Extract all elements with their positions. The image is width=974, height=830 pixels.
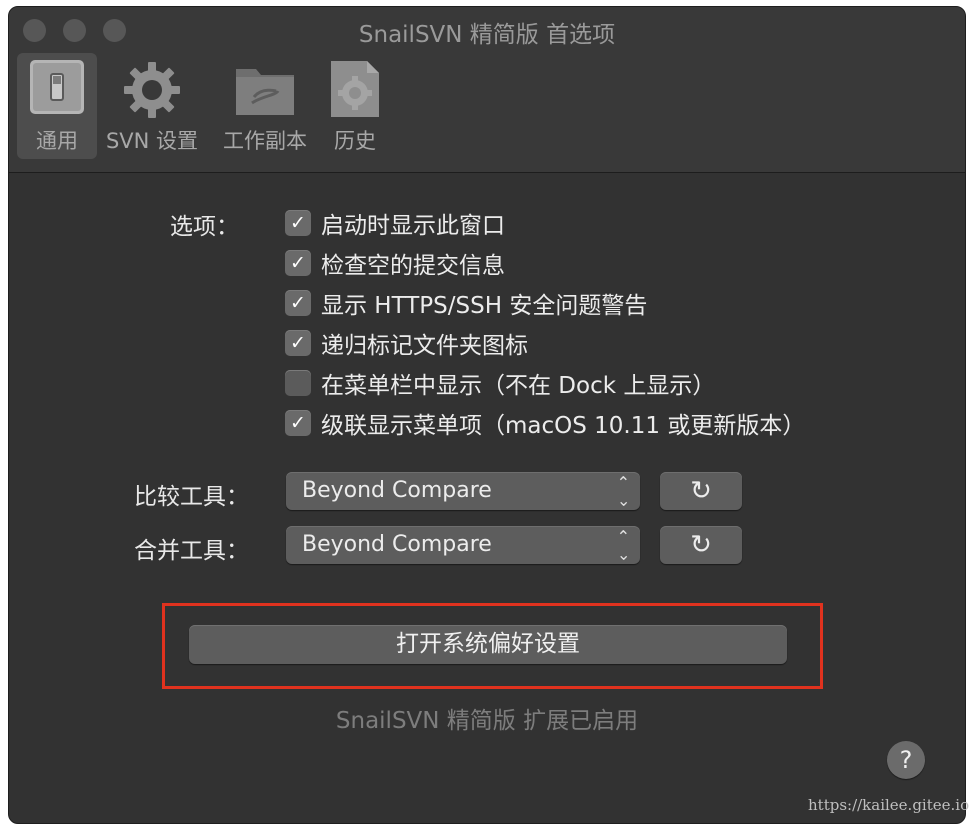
tab-svn-settings-label: SVN 设置 bbox=[105, 129, 199, 153]
gear-icon bbox=[121, 59, 183, 126]
toolbar-tab-history[interactable]: 历史 bbox=[325, 53, 385, 159]
option-label: 检查空的提交信息 bbox=[321, 253, 505, 279]
toolbar-tab-working-copy[interactable]: 工作副本 bbox=[215, 53, 315, 159]
toolbar-tab-svn-settings[interactable]: SVN 设置 bbox=[101, 53, 203, 159]
option-label: 启动时显示此窗口 bbox=[321, 213, 505, 239]
merge-tool-select[interactable]: Beyond Compare ⌃ ⌃ bbox=[286, 526, 640, 564]
option-show-window-on-launch[interactable]: ✓ 启动时显示此窗口 bbox=[285, 208, 505, 239]
diff-tool-value: Beyond Compare bbox=[302, 478, 492, 503]
tab-general-label: 通用 bbox=[36, 129, 78, 153]
extension-status-text: SnailSVN 精简版 扩展已启用 bbox=[335, 708, 639, 734]
option-show-security-warnings[interactable]: ✓ 显示 HTTPS/SSH 安全问题警告 bbox=[285, 288, 648, 319]
title-bar: SnailSVN 精简版 首选项 通用 SVN 设置 工作副本 历史 bbox=[9, 7, 965, 173]
option-check-empty-commit-message[interactable]: ✓ 检查空的提交信息 bbox=[285, 248, 505, 279]
checkbox-checked-icon[interactable]: ✓ bbox=[285, 330, 311, 356]
merge-tool-refresh-button[interactable]: ↻ bbox=[660, 526, 742, 564]
open-system-preferences-button[interactable]: 打开系统偏好设置 bbox=[189, 625, 787, 664]
checkbox-unchecked-icon[interactable] bbox=[285, 370, 311, 396]
option-label: 级联显示菜单项（macOS 10.11 或更新版本） bbox=[321, 413, 806, 439]
diff-tool-refresh-button[interactable]: ↻ bbox=[660, 472, 742, 510]
options-label: 选项： bbox=[170, 214, 239, 240]
checkbox-checked-icon[interactable]: ✓ bbox=[285, 410, 311, 436]
tab-history-label: 历史 bbox=[334, 129, 376, 153]
refresh-icon: ↻ bbox=[690, 530, 712, 560]
checkbox-checked-icon[interactable]: ✓ bbox=[285, 290, 311, 316]
option-cascade-menu-items[interactable]: ✓ 级联显示菜单项（macOS 10.11 或更新版本） bbox=[285, 408, 806, 439]
diff-tool-label: 比较工具： bbox=[134, 484, 249, 510]
chevron-up-down-icon: ⌃ ⌃ bbox=[616, 527, 630, 564]
history-gear-icon bbox=[329, 59, 381, 124]
option-label: 递归标记文件夹图标 bbox=[321, 333, 528, 359]
diff-tool-select[interactable]: Beyond Compare ⌃ ⌃ bbox=[286, 472, 640, 510]
help-button[interactable]: ? bbox=[887, 741, 925, 779]
chevron-up-down-icon: ⌃ ⌃ bbox=[616, 473, 630, 510]
option-show-in-menu-bar[interactable]: 在菜单栏中显示（不在 Dock 上显示） bbox=[285, 368, 716, 399]
tab-working-copy-label: 工作副本 bbox=[223, 129, 307, 153]
preferences-window: SnailSVN 精简版 首选项 通用 SVN 设置 工作副本 历史 选项： ✓… bbox=[8, 6, 966, 824]
merge-tool-value: Beyond Compare bbox=[302, 532, 492, 557]
switch-icon bbox=[29, 59, 85, 120]
folder-icon bbox=[234, 59, 296, 124]
option-label: 在菜单栏中显示（不在 Dock 上显示） bbox=[321, 373, 716, 399]
option-label: 显示 HTTPS/SSH 安全问题警告 bbox=[321, 293, 648, 319]
merge-tool-label: 合并工具： bbox=[134, 538, 249, 564]
window-title: SnailSVN 精简版 首选项 bbox=[358, 22, 616, 48]
toolbar-tab-general[interactable]: 通用 bbox=[17, 53, 97, 159]
refresh-icon: ↻ bbox=[690, 476, 712, 506]
checkbox-checked-icon[interactable]: ✓ bbox=[285, 210, 311, 236]
option-recursive-folder-badges[interactable]: ✓ 递归标记文件夹图标 bbox=[285, 328, 528, 359]
checkbox-checked-icon[interactable]: ✓ bbox=[285, 250, 311, 276]
watermark-text: https://kailee.gitee.io bbox=[808, 796, 970, 814]
